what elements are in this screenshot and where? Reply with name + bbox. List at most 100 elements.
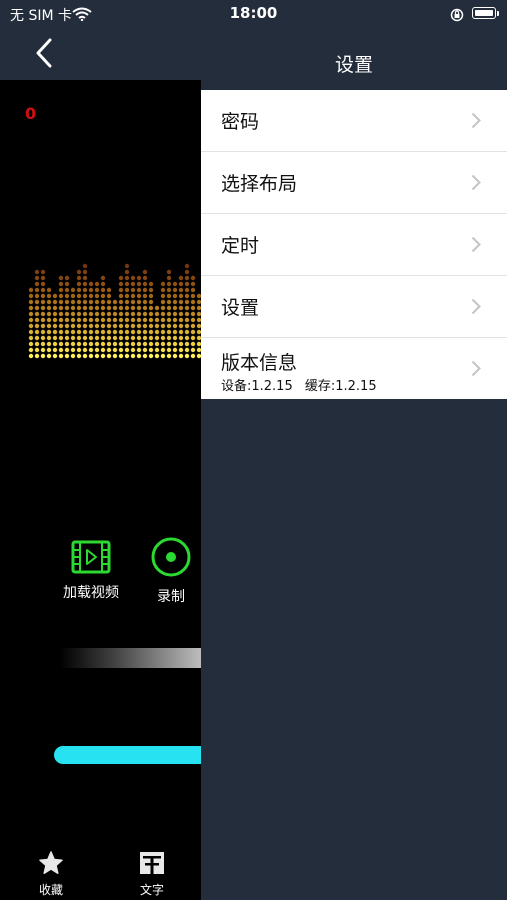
back-button[interactable] bbox=[30, 38, 60, 68]
equalizer-dot bbox=[148, 347, 154, 353]
equalizer-dot bbox=[40, 341, 46, 347]
equalizer-dot bbox=[160, 311, 166, 317]
equalizer-dot bbox=[172, 317, 178, 323]
equalizer-dot bbox=[166, 281, 172, 287]
equalizer-dot bbox=[112, 317, 118, 323]
settings-item-version[interactable]: 版本信息 设备:1.2.15 缓存:1.2.15 bbox=[201, 338, 507, 399]
equalizer-dot bbox=[112, 329, 118, 335]
status-time: 18:00 bbox=[229, 4, 278, 22]
equalizer-dot bbox=[94, 287, 100, 293]
chevron-right-icon bbox=[471, 174, 481, 191]
brightness-gradient-bar[interactable] bbox=[60, 648, 201, 668]
text-icon bbox=[140, 852, 164, 874]
tab-favorites[interactable]: 收藏 bbox=[21, 850, 81, 898]
equalizer-dot bbox=[190, 317, 196, 323]
equalizer-dot bbox=[124, 287, 130, 293]
equalizer-dot bbox=[184, 335, 190, 341]
equalizer-dot bbox=[58, 335, 64, 341]
equalizer-dot bbox=[52, 323, 58, 329]
equalizer-dot bbox=[94, 293, 100, 299]
equalizer-dot bbox=[82, 347, 88, 353]
equalizer-dot bbox=[106, 329, 112, 335]
equalizer-dot bbox=[28, 317, 34, 323]
equalizer-dot bbox=[136, 329, 142, 335]
equalizer-dot bbox=[100, 311, 106, 317]
equalizer-dot bbox=[184, 269, 190, 275]
equalizer-dot bbox=[124, 353, 130, 359]
equalizer-dot bbox=[34, 281, 40, 287]
speed-slider[interactable] bbox=[54, 746, 201, 764]
equalizer-dot bbox=[154, 353, 160, 359]
equalizer-dot bbox=[160, 347, 166, 353]
chevron-right-icon bbox=[471, 360, 481, 377]
equalizer-dot bbox=[58, 305, 64, 311]
equalizer-dot bbox=[28, 305, 34, 311]
equalizer-dot bbox=[106, 311, 112, 317]
equalizer-dot bbox=[94, 323, 100, 329]
equalizer-dot bbox=[190, 311, 196, 317]
equalizer-dot bbox=[82, 311, 88, 317]
equalizer-dot bbox=[148, 341, 154, 347]
equalizer-dot bbox=[142, 347, 148, 353]
equalizer-dot bbox=[112, 353, 118, 359]
equalizer-dot bbox=[172, 335, 178, 341]
equalizer-dot bbox=[136, 317, 142, 323]
equalizer-dot bbox=[130, 275, 136, 281]
equalizer-dot bbox=[148, 329, 154, 335]
equalizer-dot bbox=[58, 353, 64, 359]
equalizer-dot bbox=[136, 347, 142, 353]
equalizer-dot bbox=[88, 347, 94, 353]
equalizer-dot bbox=[82, 293, 88, 299]
equalizer-dot bbox=[76, 335, 82, 341]
equalizer-dot bbox=[112, 323, 118, 329]
settings-item-password[interactable]: 密码 bbox=[201, 90, 507, 152]
equalizer-dot bbox=[100, 323, 106, 329]
equalizer-dot bbox=[166, 299, 172, 305]
settings-item-layout[interactable]: 选择布局 bbox=[201, 152, 507, 214]
equalizer-dot bbox=[100, 353, 106, 359]
equalizer-dot bbox=[130, 323, 136, 329]
equalizer-dot bbox=[34, 323, 40, 329]
equalizer-dot bbox=[136, 305, 142, 311]
equalizer-dot bbox=[160, 317, 166, 323]
equalizer-dot bbox=[70, 347, 76, 353]
battery-tip bbox=[497, 11, 499, 16]
equalizer-dot bbox=[28, 293, 34, 299]
tab-text[interactable]: 文字 bbox=[122, 850, 182, 898]
equalizer-dot bbox=[58, 275, 64, 281]
equalizer-dot bbox=[142, 323, 148, 329]
equalizer-dot bbox=[124, 305, 130, 311]
equalizer-dot bbox=[154, 335, 160, 341]
equalizer-dot bbox=[88, 341, 94, 347]
equalizer-dot bbox=[124, 275, 130, 281]
equalizer-dot bbox=[142, 329, 148, 335]
equalizer-dot bbox=[100, 299, 106, 305]
load-video-button[interactable]: 加载视频 bbox=[58, 540, 124, 602]
equalizer-dot bbox=[40, 305, 46, 311]
equalizer-dot bbox=[88, 311, 94, 317]
equalizer-dot bbox=[130, 305, 136, 311]
equalizer-dot bbox=[130, 347, 136, 353]
equalizer-dot bbox=[64, 317, 70, 323]
equalizer-dot bbox=[82, 263, 88, 269]
equalizer-dot bbox=[52, 347, 58, 353]
equalizer-dot bbox=[142, 311, 148, 317]
settings-item-settings[interactable]: 设置 bbox=[201, 276, 507, 338]
equalizer-dot bbox=[94, 317, 100, 323]
equalizer-dot bbox=[58, 287, 64, 293]
equalizer-dot bbox=[172, 287, 178, 293]
equalizer-dot bbox=[178, 293, 184, 299]
equalizer-dot bbox=[178, 323, 184, 329]
device-version: 设备:1.2.15 bbox=[221, 379, 293, 394]
equalizer-dot bbox=[76, 305, 82, 311]
record-button[interactable]: 录制 bbox=[148, 536, 194, 606]
settings-item-timer[interactable]: 定时 bbox=[201, 214, 507, 276]
equalizer-dot bbox=[118, 329, 124, 335]
equalizer-dot bbox=[64, 293, 70, 299]
equalizer-dot bbox=[184, 347, 190, 353]
equalizer-dot bbox=[106, 353, 112, 359]
equalizer-dot bbox=[142, 287, 148, 293]
equalizer-dot bbox=[52, 299, 58, 305]
equalizer-dot bbox=[88, 293, 94, 299]
equalizer-dot bbox=[154, 317, 160, 323]
